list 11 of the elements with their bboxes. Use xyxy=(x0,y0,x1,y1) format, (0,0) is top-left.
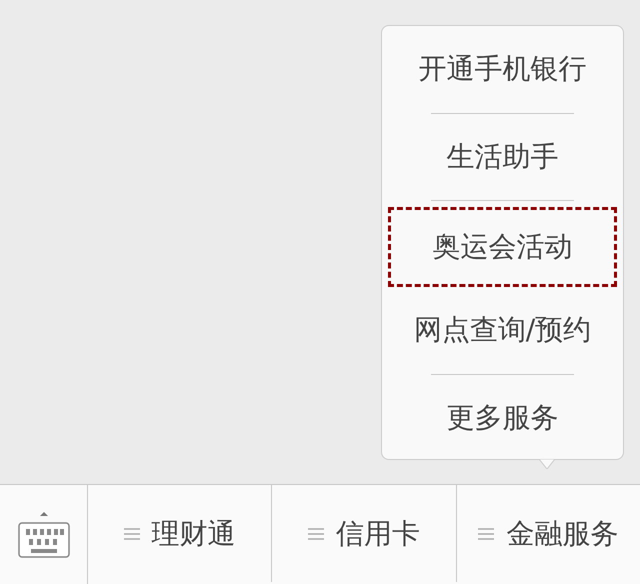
menu-item[interactable]: 生活助手 xyxy=(446,136,558,178)
menu-tab[interactable]: 理财通 xyxy=(88,485,272,582)
menu-icon xyxy=(308,526,324,540)
menu-item[interactable]: 更多服务 xyxy=(446,397,558,440)
menu-item[interactable]: 开通手机银行 xyxy=(418,48,586,90)
menu-tab[interactable]: 信用卡 xyxy=(272,485,457,582)
menu-tab[interactable]: 金融服务 xyxy=(456,485,640,582)
menu-item[interactable]: 奥运会活动 xyxy=(432,226,572,268)
menu-icon xyxy=(124,526,140,540)
menu-item[interactable]: 网点查询/预约 xyxy=(414,309,592,352)
menu-icon xyxy=(478,526,494,540)
